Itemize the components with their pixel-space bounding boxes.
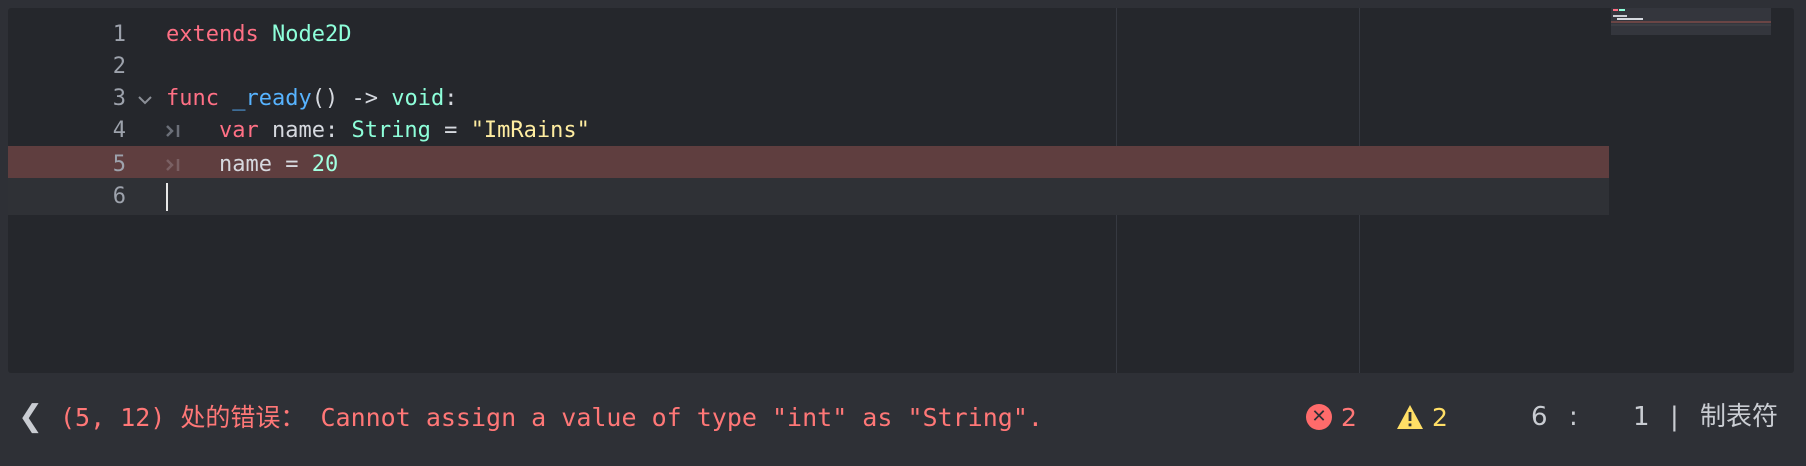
code-line-4[interactable]: 4 var name: String = "ImRains" (8, 112, 1609, 149)
code-token: () -> (311, 86, 392, 111)
code-token: 20 (311, 152, 339, 177)
cursor-separator: : (1569, 402, 1578, 432)
minimap-current-line (1611, 24, 1771, 26)
code-token: name: (258, 118, 352, 143)
code-token: = (430, 118, 471, 143)
cursor-line: 6 (1531, 402, 1548, 432)
minimap[interactable] (1611, 8, 1771, 35)
code-token: : (444, 86, 458, 111)
minimap-line (1617, 18, 1643, 20)
line-number: 4 (112, 118, 126, 143)
error-count-button[interactable]: ✕ 2 (1306, 400, 1357, 434)
warning-count: 2 (1432, 402, 1448, 432)
error-message[interactable]: (5, 12) 处的错误： Cannot assign a value of t… (60, 402, 1043, 434)
text-caret (166, 183, 168, 211)
error-count: 2 (1341, 402, 1357, 432)
minimap-line (1619, 9, 1625, 11)
minimap-line (1613, 9, 1618, 11)
code-token: _ready (232, 86, 312, 111)
warning-count-button[interactable]: 2 (1396, 400, 1448, 434)
code-token: func (166, 86, 219, 111)
code-line-6-current[interactable]: 6 (8, 178, 1609, 215)
code-token: name = (166, 152, 312, 177)
code-editor[interactable]: 1 extends Node2D 2 3 func _ready() -> vo… (8, 8, 1794, 373)
code-token: "ImRains" (470, 118, 590, 143)
minimap-line (1613, 15, 1627, 17)
code-text: var name: String = "ImRains" (166, 112, 590, 149)
cursor-column: 1 (1633, 402, 1650, 432)
indent-mode-button[interactable]: 制表符 (1700, 400, 1778, 434)
minimap-error-line (1611, 21, 1771, 23)
status-divider: | (1670, 402, 1679, 432)
code-token: Node2D (271, 22, 352, 47)
code-token: extends (166, 22, 259, 47)
code-token: void (391, 86, 445, 111)
status-bar: ❮ (5, 12) 处的错误： Cannot assign a value of… (0, 384, 1806, 452)
code-token: String (351, 118, 431, 143)
code-token: var (218, 118, 259, 143)
collapse-panel-button[interactable]: ❮ (18, 400, 43, 434)
warning-icon (1397, 405, 1423, 429)
error-icon: ✕ (1306, 404, 1332, 430)
line-number: 6 (112, 184, 126, 209)
